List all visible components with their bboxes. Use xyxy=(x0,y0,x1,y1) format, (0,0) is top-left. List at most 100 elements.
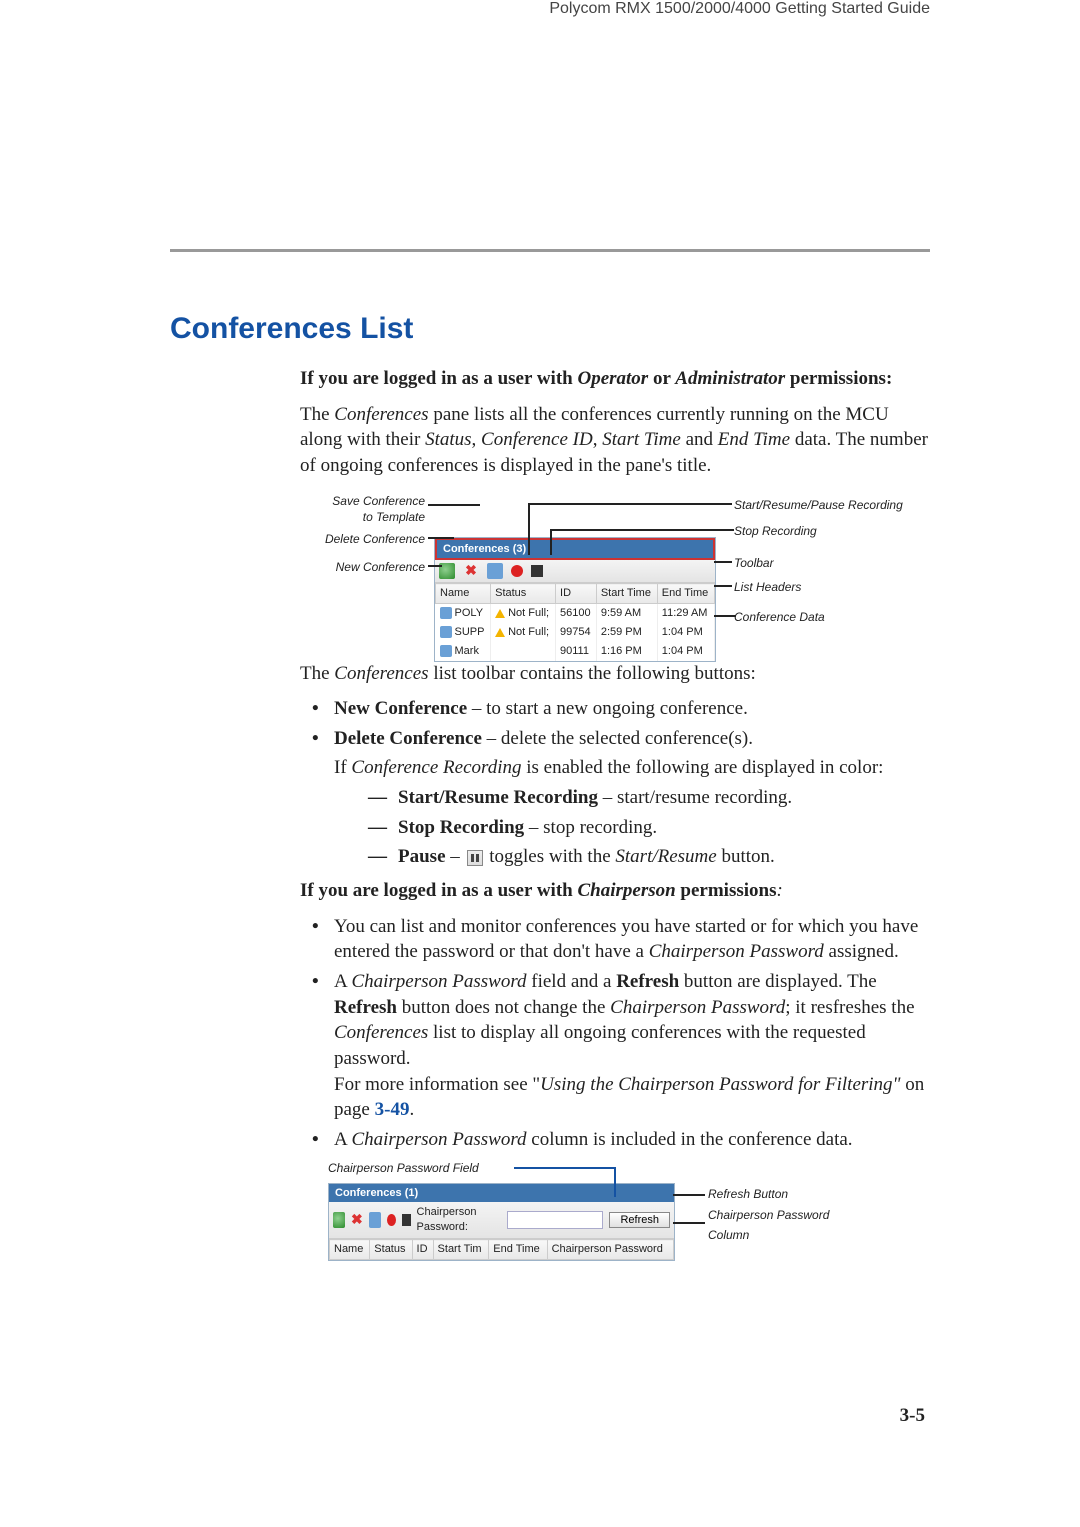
txt: Operator xyxy=(577,368,648,389)
txt: Refresh xyxy=(616,971,679,992)
record-icon[interactable] xyxy=(511,565,523,577)
pause-icon xyxy=(467,850,483,866)
txt: Conference Recording xyxy=(351,757,521,778)
cell: SUPP xyxy=(455,626,485,638)
callout-start-resume-pause: Start/Resume/Pause Recording xyxy=(734,497,903,513)
save-template-icon[interactable] xyxy=(369,1212,381,1228)
list-item: New Conference – to start a new ongoing … xyxy=(306,696,930,722)
table-row[interactable]: POLY Not Full; 56100 9:59 AM 11:29 AM xyxy=(436,604,715,623)
txt: : xyxy=(777,880,783,901)
col-start-time[interactable]: Start Tim xyxy=(433,1240,489,1260)
callout-conference-data: Conference Data xyxy=(734,609,825,625)
conferences-pane-title: Conferences (3) xyxy=(435,538,715,561)
col-name[interactable]: Name xyxy=(436,584,491,604)
operator-intro-line: If you are logged in as a user with Oper… xyxy=(300,366,930,392)
callout-line xyxy=(673,1194,705,1196)
col-start-time[interactable]: Start Time xyxy=(596,584,657,604)
txt: Start/Resume Recording xyxy=(398,787,598,808)
conferences-pane-desc: The Conferences pane lists all the confe… xyxy=(300,402,930,479)
cell: 9:59 AM xyxy=(596,604,657,623)
txt: field and a xyxy=(527,971,617,992)
callout-line xyxy=(428,537,454,539)
col-status[interactable]: Status xyxy=(370,1240,412,1260)
callout-refresh-button: Refresh Button xyxy=(708,1186,829,1202)
txt: If you are logged in as a user with xyxy=(300,880,577,901)
conferences-list-figure: Save Conference to Template Delete Confe… xyxy=(294,493,930,643)
table-row[interactable]: SUPP Not Full; 99754 2:59 PM 1:04 PM xyxy=(436,623,715,642)
col-end-time[interactable]: End Time xyxy=(657,584,714,604)
cell: 99754 xyxy=(556,623,597,642)
txt: Status xyxy=(425,429,471,450)
txt: End Time xyxy=(718,429,790,450)
callout-line xyxy=(550,529,552,555)
page-number: 3-5 xyxy=(900,1405,925,1427)
chairperson-bullet-list: You can list and monitor conferences you… xyxy=(306,914,930,1153)
chairperson-password-input[interactable] xyxy=(507,1211,603,1229)
list-item: Delete Conference – delete the selected … xyxy=(306,726,930,870)
txt: – start/resume recording. xyxy=(598,787,792,808)
save-template-icon[interactable] xyxy=(487,563,503,579)
cell: 1:04 PM xyxy=(657,642,714,661)
stop-icon[interactable] xyxy=(531,565,543,577)
conference-icon xyxy=(440,607,452,619)
txt: For more information see " xyxy=(334,1074,540,1095)
list-item: A Chairperson Password field and a Refre… xyxy=(306,969,930,1123)
page-link-3-49[interactable]: 3-49 xyxy=(375,1099,410,1120)
callout-line xyxy=(673,1222,705,1224)
cell xyxy=(491,642,556,661)
list-item: You can list and monitor conferences you… xyxy=(306,914,930,965)
txt: is enabled the following are displayed i… xyxy=(521,757,883,778)
conferences-table: Name Status ID Start Time End Time POLY … xyxy=(435,583,715,660)
col-id[interactable]: ID xyxy=(412,1240,433,1260)
cell: Not Full; xyxy=(508,626,549,638)
new-conference-icon[interactable] xyxy=(333,1212,345,1228)
page-header: Polycom RMX 1500/2000/4000 Getting Start… xyxy=(0,0,1080,24)
cell: 2:59 PM xyxy=(596,623,657,642)
conference-icon xyxy=(440,645,452,657)
callout-line xyxy=(714,561,732,563)
list-item: Stop Recording – stop recording. xyxy=(368,815,930,841)
section-title: Conferences List xyxy=(170,312,1080,346)
txt: list toolbar contains the following butt… xyxy=(429,663,756,684)
table-row[interactable]: Mark 90111 1:16 PM 1:04 PM xyxy=(436,642,715,661)
delete-conference-icon[interactable]: ✖ xyxy=(463,563,479,579)
txt: A xyxy=(334,971,351,992)
col-status[interactable]: Status xyxy=(491,584,556,604)
col-chairperson-password[interactable]: Chairperson Password xyxy=(547,1240,673,1260)
record-icon[interactable] xyxy=(387,1214,396,1226)
chairperson-figure: Chairperson Password Field Conferences (… xyxy=(328,1160,930,1250)
callout-toolbar: Toolbar xyxy=(734,555,774,571)
callout-line xyxy=(528,503,732,505)
refresh-button[interactable]: Refresh xyxy=(609,1212,670,1228)
cell: Not Full; xyxy=(508,607,549,619)
figure2-right-callouts: Refresh Button Chairperson Password Colu… xyxy=(708,1186,829,1247)
callout-line xyxy=(714,615,736,617)
list-item: Start/Resume Recording – start/resume re… xyxy=(368,785,930,811)
stop-icon[interactable] xyxy=(402,1214,411,1226)
cell: 1:04 PM xyxy=(657,623,714,642)
txt: Refresh xyxy=(334,997,397,1018)
cell: 56100 xyxy=(556,604,597,623)
col-name[interactable]: Name xyxy=(330,1240,370,1260)
cell: Mark xyxy=(455,645,479,657)
txt: New Conference xyxy=(334,698,467,719)
callout-chairperson-password-col-1: Chairperson Password xyxy=(708,1207,829,1223)
txt: Conferences xyxy=(334,404,428,425)
txt: Chairperson Password xyxy=(351,1129,526,1150)
txt: If you are logged in as a user with xyxy=(300,368,577,389)
col-end-time[interactable]: End Time xyxy=(489,1240,547,1260)
txt: and xyxy=(681,429,718,450)
cell: 11:29 AM xyxy=(657,604,714,623)
delete-conference-icon[interactable]: ✖ xyxy=(351,1212,363,1228)
conferences-toolbar: ✖ xyxy=(435,560,715,583)
txt: Conference ID xyxy=(481,429,593,450)
txt: Chairperson Password xyxy=(351,971,526,992)
txt: ; it resfreshes the xyxy=(785,997,914,1018)
col-id[interactable]: ID xyxy=(556,584,597,604)
callout-chairperson-password-col-2: Column xyxy=(708,1227,829,1243)
callout-line xyxy=(514,1167,614,1169)
txt: . xyxy=(409,1099,414,1120)
txt: Conferences xyxy=(334,1022,428,1043)
callout-save-template-1: Save Conference xyxy=(332,493,425,509)
warning-icon xyxy=(495,628,505,637)
